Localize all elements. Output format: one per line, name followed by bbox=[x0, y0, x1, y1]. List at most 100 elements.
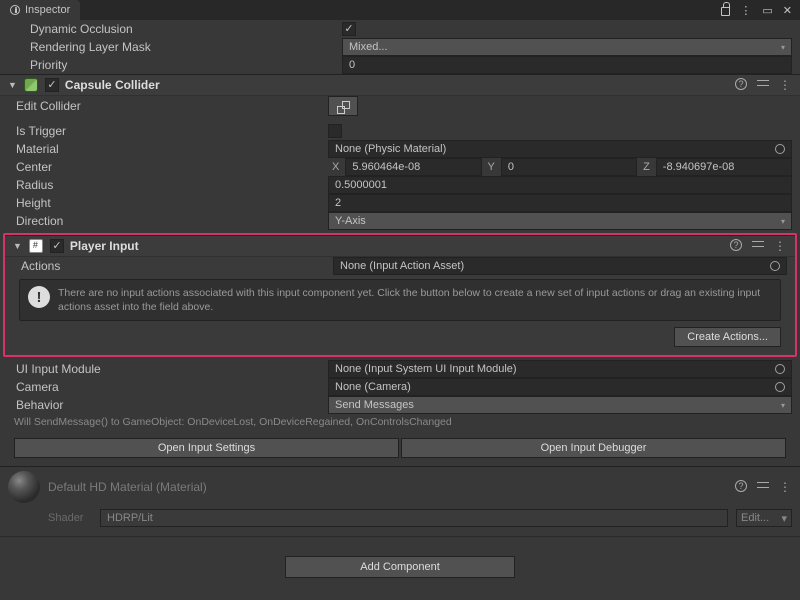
priority-input[interactable]: 0 bbox=[342, 56, 792, 74]
material-field[interactable]: None (Physic Material) bbox=[328, 140, 792, 158]
prop-behavior: Behavior Send Messages▾ bbox=[0, 396, 800, 414]
prop-label: Center bbox=[16, 160, 328, 174]
prop-label: UI Input Module bbox=[16, 362, 328, 376]
axis-label-y: Y bbox=[484, 161, 499, 173]
open-input-settings-button[interactable]: Open Input Settings bbox=[14, 438, 399, 458]
prop-label: Edit Collider bbox=[16, 99, 328, 113]
player-input-header[interactable]: ▼ Player Input ? ⋮ bbox=[5, 235, 795, 257]
center-x-input[interactable]: 5.960464e-08 bbox=[345, 158, 481, 176]
info-message: There are no input actions associated wi… bbox=[58, 286, 772, 314]
object-picker-icon[interactable] bbox=[775, 144, 785, 154]
prop-dynamic-occlusion: Dynamic Occlusion bbox=[0, 20, 800, 38]
camera-field[interactable]: None (Camera) bbox=[328, 378, 792, 396]
center-z-input[interactable]: -8.940697e-08 bbox=[656, 158, 792, 176]
tab-menu-icon[interactable]: ⋮ bbox=[740, 4, 752, 17]
material-header[interactable]: Default HD Material (Material) ? ⋮ bbox=[0, 466, 800, 507]
maximize-icon[interactable]: ▭ bbox=[762, 4, 772, 17]
prop-label: Height bbox=[16, 196, 328, 210]
chevron-down-icon: ▾ bbox=[781, 401, 785, 410]
prop-center: Center X5.960464e-08 Y0 Z-8.940697e-08 bbox=[0, 158, 800, 176]
prop-label: Priority bbox=[30, 58, 342, 72]
prop-label: Is Trigger bbox=[16, 124, 328, 138]
edit-collider-icon bbox=[337, 100, 349, 112]
component-title: Player Input bbox=[70, 239, 724, 253]
radius-input[interactable]: 0.5000001 bbox=[328, 176, 792, 194]
component-enabled-checkbox[interactable] bbox=[50, 239, 64, 253]
foldout-icon: ▼ bbox=[13, 241, 22, 251]
info-icon bbox=[10, 5, 20, 15]
component-title: Capsule Collider bbox=[65, 78, 729, 92]
chevron-down-icon: ▾ bbox=[781, 512, 787, 525]
preset-icon[interactable] bbox=[757, 78, 769, 88]
dynamic-occlusion-checkbox[interactable] bbox=[342, 22, 356, 36]
tab-bar: Inspector ⋮ ▭ ✕ bbox=[0, 0, 800, 20]
shader-dropdown[interactable]: HDRP/Lit bbox=[100, 509, 728, 527]
help-icon[interactable]: ? bbox=[730, 239, 742, 251]
prop-label: Rendering Layer Mask bbox=[30, 40, 342, 54]
prop-direction: Direction Y-Axis▾ bbox=[0, 212, 800, 230]
inspector-tab[interactable]: Inspector bbox=[0, 0, 80, 20]
prop-camera: Camera None (Camera) bbox=[0, 378, 800, 396]
prop-label: Radius bbox=[16, 178, 328, 192]
open-input-debugger-button[interactable]: Open Input Debugger bbox=[401, 438, 786, 458]
center-y-input[interactable]: 0 bbox=[501, 158, 637, 176]
behavior-dropdown[interactable]: Send Messages▾ bbox=[328, 396, 792, 414]
prop-label: Behavior bbox=[16, 398, 328, 412]
foldout-icon: ▼ bbox=[8, 80, 17, 90]
height-input[interactable]: 2 bbox=[328, 194, 792, 212]
create-actions-button[interactable]: Create Actions... bbox=[674, 327, 781, 347]
prop-label: Dynamic Occlusion bbox=[30, 22, 342, 36]
direction-dropdown[interactable]: Y-Axis▾ bbox=[328, 212, 792, 230]
prop-radius: Radius 0.5000001 bbox=[0, 176, 800, 194]
info-icon: ! bbox=[28, 286, 50, 308]
prop-material: Material None (Physic Material) bbox=[0, 140, 800, 158]
prop-label: Material bbox=[16, 142, 328, 156]
prop-label: Direction bbox=[16, 214, 328, 228]
component-menu-icon[interactable]: ⋮ bbox=[779, 480, 792, 494]
is-trigger-checkbox[interactable] bbox=[328, 124, 342, 138]
help-icon[interactable]: ? bbox=[735, 480, 747, 492]
help-icon[interactable]: ? bbox=[735, 78, 747, 90]
prop-edit-collider: Edit Collider bbox=[0, 96, 800, 116]
rendering-layer-mask-dropdown[interactable]: Mixed...▾ bbox=[342, 38, 792, 56]
object-picker-icon[interactable] bbox=[775, 382, 785, 392]
axis-label-x: X bbox=[328, 161, 343, 173]
preset-icon[interactable] bbox=[757, 480, 769, 490]
prop-label: Camera bbox=[16, 380, 328, 394]
lock-icon[interactable] bbox=[721, 7, 730, 16]
shader-edit-dropdown[interactable]: Edit...▾ bbox=[736, 509, 792, 527]
prop-is-trigger: Is Trigger bbox=[0, 122, 800, 140]
chevron-down-icon: ▾ bbox=[781, 217, 785, 226]
script-icon bbox=[29, 239, 43, 253]
add-component-button[interactable]: Add Component bbox=[285, 556, 515, 578]
info-box: ! There are no input actions associated … bbox=[19, 279, 781, 321]
close-icon[interactable]: ✕ bbox=[783, 4, 792, 17]
prop-actions: Actions None (Input Action Asset) bbox=[5, 257, 795, 275]
prop-height: Height 2 bbox=[0, 194, 800, 212]
tab-title: Inspector bbox=[25, 4, 70, 16]
axis-label-z: Z bbox=[639, 161, 654, 173]
material-title: Default HD Material (Material) bbox=[48, 480, 727, 494]
shader-label: Shader bbox=[48, 512, 92, 524]
material-preview-icon bbox=[8, 471, 40, 503]
capsule-collider-icon bbox=[24, 78, 38, 92]
shader-row: Shader HDRP/Lit Edit...▾ bbox=[0, 507, 800, 535]
window-buttons: ⋮ ▭ ✕ bbox=[721, 0, 800, 20]
sendmessage-note: Will SendMessage() to GameObject: OnDevi… bbox=[0, 414, 800, 434]
edit-collider-button[interactable] bbox=[328, 96, 358, 116]
prop-priority: Priority 0 bbox=[0, 56, 800, 74]
prop-rendering-layer-mask: Rendering Layer Mask Mixed...▾ bbox=[0, 38, 800, 56]
actions-field[interactable]: None (Input Action Asset) bbox=[333, 257, 787, 275]
component-menu-icon[interactable]: ⋮ bbox=[779, 78, 792, 92]
preset-icon[interactable] bbox=[752, 239, 764, 249]
component-enabled-checkbox[interactable] bbox=[45, 78, 59, 92]
prop-label: Actions bbox=[21, 259, 333, 273]
ui-input-module-field[interactable]: None (Input System UI Input Module) bbox=[328, 360, 792, 378]
object-picker-icon[interactable] bbox=[770, 261, 780, 271]
capsule-collider-header[interactable]: ▼ Capsule Collider ? ⋮ bbox=[0, 74, 800, 96]
player-input-highlight: ▼ Player Input ? ⋮ Actions None (Input A… bbox=[3, 233, 797, 357]
object-picker-icon[interactable] bbox=[775, 364, 785, 374]
component-menu-icon[interactable]: ⋮ bbox=[774, 239, 787, 253]
chevron-down-icon: ▾ bbox=[781, 43, 785, 52]
prop-ui-input-module: UI Input Module None (Input System UI In… bbox=[0, 360, 800, 378]
